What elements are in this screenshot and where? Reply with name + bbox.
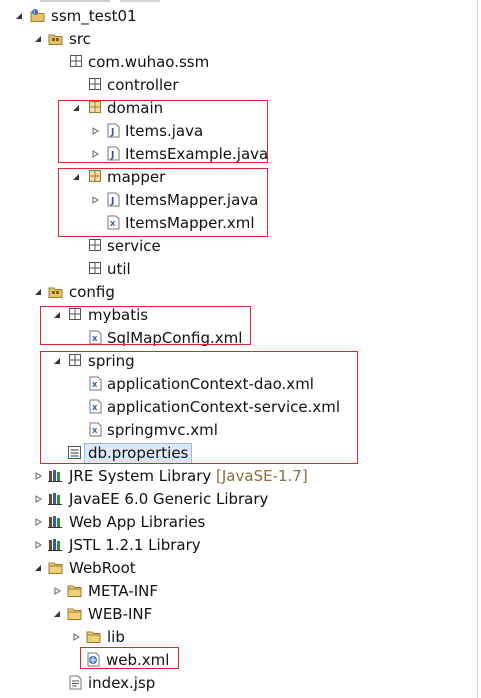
expanded-arrow-icon[interactable] (33, 287, 43, 297)
folder-icon (67, 583, 82, 598)
library-icon (48, 468, 63, 483)
tree-label: lib (107, 628, 125, 646)
highlight-box-domain (58, 100, 268, 163)
tree-label: WEB-INF (88, 605, 153, 623)
folder-icon (86, 629, 101, 644)
highlight-box-mybatis (40, 306, 251, 345)
highlight-box-mapper (58, 168, 268, 237)
package-icon (88, 261, 103, 276)
tree-label: com.wuhao.ssm (88, 53, 210, 71)
package-icon (69, 54, 84, 69)
collapsed-arrow-icon[interactable] (33, 517, 43, 527)
tree-row-file-web-xml[interactable]: web.xml (0, 649, 477, 671)
tree-label: WebRoot (69, 559, 136, 577)
folder-icon (48, 560, 63, 575)
panel-border (477, 0, 478, 698)
tree-label: ssm_test01 (51, 7, 137, 25)
expanded-arrow-icon[interactable] (33, 34, 43, 44)
tree-row-lib-folder[interactable]: lib (0, 626, 477, 648)
tree-label: util (107, 260, 131, 278)
tree-row-package-root[interactable]: com.wuhao.ssm (0, 51, 477, 73)
tree-row-file-index-jsp[interactable]: index.jsp (0, 672, 477, 694)
highlight-box-web-xml (80, 647, 179, 669)
expanded-arrow-icon[interactable] (52, 609, 62, 619)
tree-row-config[interactable]: config (0, 281, 477, 303)
tree-row-webapp-library[interactable]: Web App Libraries (0, 511, 477, 533)
expanded-arrow-icon[interactable] (14, 11, 24, 21)
tree-label: controller (107, 76, 179, 94)
tree-label: src (69, 30, 91, 48)
expanded-arrow-icon[interactable] (33, 563, 43, 573)
library-name: JRE System Library (69, 467, 212, 485)
source-folder-icon (48, 31, 63, 46)
tree-label: service (107, 237, 161, 255)
collapsed-arrow-icon[interactable] (33, 494, 43, 504)
tree-row-project[interactable]: J ssm_test01 (0, 5, 477, 27)
tree-label: META-INF (88, 582, 159, 600)
tree-row-webroot[interactable]: WebRoot (0, 557, 477, 579)
folder-icon (67, 606, 82, 621)
library-suffix: [JavaSE-1.7] (216, 467, 308, 485)
tree-row-jre-library[interactable]: JRE System Library [JavaSE-1.7] (0, 465, 477, 487)
tree-row-package-service[interactable]: service (0, 235, 477, 257)
library-icon (48, 537, 63, 552)
library-icon (48, 491, 63, 506)
tree-label: JSTL 1.2.1 Library (69, 536, 201, 554)
collapsed-arrow-icon[interactable] (33, 471, 43, 481)
tree-label: Web App Libraries (69, 513, 206, 531)
tree-row-package-controller[interactable]: controller (0, 74, 477, 96)
tree-label: config (69, 283, 115, 301)
tree-label: JRE System Library [JavaSE-1.7] (69, 465, 308, 487)
package-icon (88, 77, 103, 92)
jsp-file-icon (68, 675, 83, 690)
tree-row-jstl-library[interactable]: JSTL 1.2.1 Library (0, 534, 477, 556)
clipped-row-fragment (40, 0, 240, 2)
java-project-icon: J (30, 8, 45, 23)
svg-text:J: J (32, 10, 34, 16)
tree-row-package-util[interactable]: util (0, 258, 477, 280)
collapsed-arrow-icon[interactable] (33, 540, 43, 550)
tree-label: JavaEE 6.0 Generic Library (69, 490, 269, 508)
tree-row-web-inf[interactable]: WEB-INF (0, 603, 477, 625)
tree-label: index.jsp (88, 674, 156, 692)
tree-row-javaee-library[interactable]: JavaEE 6.0 Generic Library (0, 488, 477, 510)
highlight-box-spring (40, 351, 358, 464)
collapsed-arrow-icon[interactable] (52, 586, 62, 596)
source-folder-icon (48, 284, 63, 299)
collapsed-arrow-icon[interactable] (71, 632, 81, 642)
package-icon (88, 238, 103, 253)
tree-row-src[interactable]: src (0, 28, 477, 50)
library-icon (48, 514, 63, 529)
tree-row-meta-inf[interactable]: META-INF (0, 580, 477, 602)
